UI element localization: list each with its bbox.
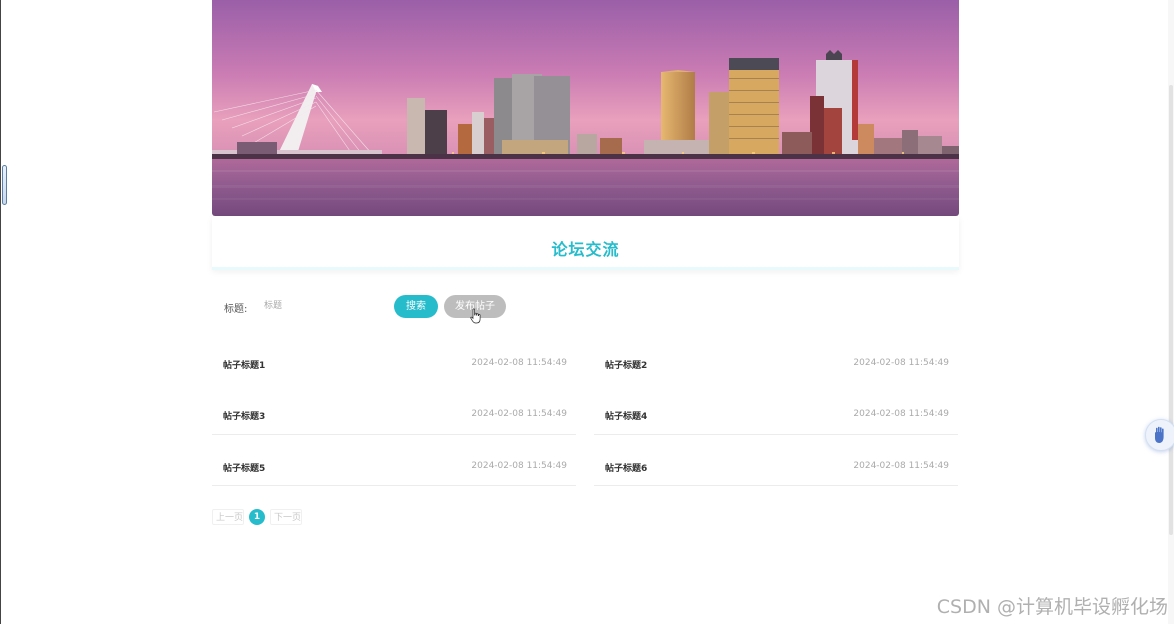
post-item[interactable]: 帖子标题2 2024-02-08 11:54:49 (594, 338, 958, 386)
post-time: 2024-02-08 11:54:49 (853, 409, 949, 419)
scrollbar-thumb[interactable] (1169, 85, 1173, 535)
post-time: 2024-02-08 11:54:49 (853, 461, 949, 471)
hand-cursor-icon (470, 308, 481, 324)
window-left-edge (0, 0, 1, 624)
city-skyline-image (212, 0, 959, 216)
post-time: 2024-02-08 11:54:49 (471, 358, 567, 368)
search-input[interactable] (260, 295, 388, 317)
search-bar: 标题: 搜索 发布帖子 (212, 294, 959, 320)
page-number-current[interactable]: 1 (249, 509, 265, 525)
post-title[interactable]: 帖子标题2 (605, 358, 647, 371)
post-time: 2024-02-08 11:54:49 (471, 461, 567, 471)
search-label: 标题: (224, 304, 248, 315)
banner-image (212, 0, 959, 216)
post-item[interactable]: 帖子标题3 2024-02-08 11:54:49 (212, 387, 576, 435)
next-page-button[interactable]: 下一页 (270, 509, 302, 525)
floating-assistant-button[interactable] (1145, 419, 1174, 451)
post-title[interactable]: 帖子标题6 (605, 461, 647, 474)
post-item[interactable]: 帖子标题6 2024-02-08 11:54:49 (594, 438, 958, 486)
post-item[interactable]: 帖子标题1 2024-02-08 11:54:49 (212, 338, 576, 386)
post-item[interactable]: 帖子标题4 2024-02-08 11:54:49 (594, 387, 958, 435)
vertical-scrollbar[interactable] (1168, 0, 1174, 624)
watermark-text: CSDN @计算机毕设孵化场 (936, 596, 1168, 618)
page: 论坛交流 标题: 搜索 发布帖子 帖子标题1 2024-02-08 11:54:… (0, 0, 1174, 624)
prev-page-button[interactable]: 上一页 (212, 509, 244, 525)
forum-title-bar: 论坛交流 (212, 216, 959, 270)
post-title[interactable]: 帖子标题1 (223, 358, 265, 371)
resize-handle[interactable] (2, 165, 7, 205)
post-title[interactable]: 帖子标题5 (223, 461, 265, 474)
post-title[interactable]: 帖子标题4 (605, 409, 647, 422)
post-item[interactable]: 帖子标题5 2024-02-08 11:54:49 (212, 438, 576, 486)
hand-icon (1155, 426, 1164, 443)
post-time: 2024-02-08 11:54:49 (853, 358, 949, 368)
search-button[interactable]: 搜索 (394, 295, 438, 318)
page-title: 论坛交流 (551, 240, 620, 259)
post-time: 2024-02-08 11:54:49 (471, 409, 567, 419)
post-title[interactable]: 帖子标题3 (223, 409, 265, 422)
